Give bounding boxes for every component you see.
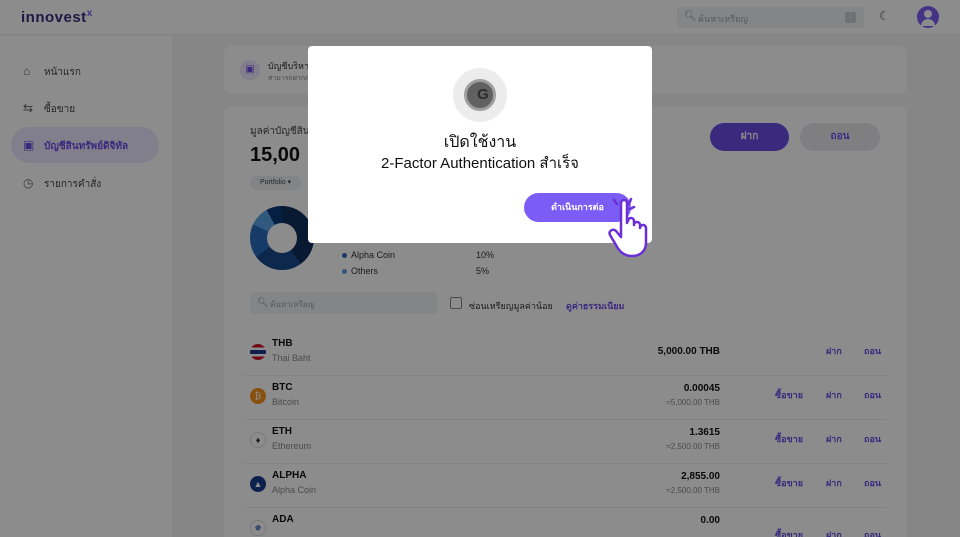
modal-subtitle: 2-Factor Authentication สำเร็จ: [381, 155, 579, 172]
two-factor-success-modal: G เปิดใช้งาน 2-Factor Authentication สำเ…: [308, 46, 652, 243]
pointer-hand-icon: [608, 197, 648, 258]
authenticator-glyph: G: [477, 86, 489, 103]
google-authenticator-icon: G: [453, 68, 507, 122]
authenticator-badge: G: [464, 79, 496, 111]
